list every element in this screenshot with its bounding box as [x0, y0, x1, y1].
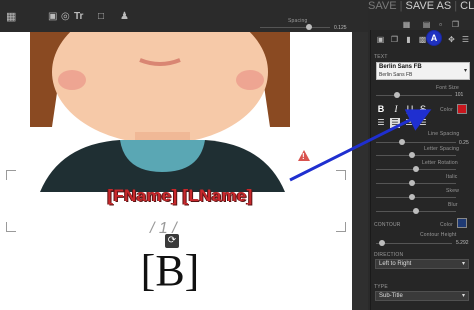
direction-select[interactable]: Left to Right ▾ — [375, 259, 469, 269]
blur-knob[interactable] — [413, 208, 419, 214]
line-spacing-track[interactable] — [376, 142, 456, 143]
chevron-down-icon: ▾ — [461, 261, 465, 267]
duplicate-icon[interactable]: ❐ — [390, 35, 399, 44]
align-right-icon[interactable]: ☰ — [404, 118, 414, 128]
font-preview: Berlin Sans FB — [379, 72, 413, 78]
strikethrough-button[interactable]: S — [418, 104, 428, 114]
text-tool-icon[interactable]: Tr — [74, 12, 83, 22]
chevron-down-icon: ▾ — [461, 293, 465, 299]
globe-icon[interactable]: ◎ — [61, 12, 70, 22]
line-spacing-knob[interactable] — [398, 139, 405, 145]
portrait-image — [30, 32, 290, 192]
text-a-icon: A — [430, 33, 438, 43]
user-icon[interactable]: ♟ — [120, 12, 129, 22]
contour-height-label: Contour Height — [420, 232, 457, 238]
zoom-slider-track[interactable] — [260, 27, 330, 28]
cheek-right — [236, 70, 264, 90]
selection-corner-tr[interactable] — [336, 170, 346, 180]
warning-icon: ! — [298, 150, 310, 161]
copy-icon[interactable]: ❐ — [451, 20, 460, 29]
zoom-slider-knob[interactable] — [306, 24, 312, 30]
grid-icon[interactable]: ▦ — [6, 12, 16, 23]
line-spacing-label: Line Spacing — [428, 131, 460, 137]
cheek-left — [58, 70, 86, 90]
layers-icon[interactable]: ▦ — [402, 20, 411, 29]
contour-color-swatch[interactable] — [457, 218, 467, 228]
image-icon[interactable]: ▣ — [48, 12, 57, 22]
canvas-toolbar: ▦ ▣ ◎ Tr □ ♟ Spacing 0.125 — [0, 0, 368, 32]
selection-corner-br[interactable] — [336, 222, 346, 232]
direction-value: Left to Right — [379, 261, 412, 267]
text-color-label: Color — [440, 107, 453, 113]
contour-color-label: Color — [440, 222, 453, 228]
type-label: TYPE — [374, 284, 388, 290]
align-left-icon[interactable]: ☰ — [376, 118, 386, 128]
spacing-value: 0.125 — [334, 25, 347, 31]
section-text-label: TEXT — [374, 54, 388, 60]
italic-track[interactable] — [376, 183, 456, 184]
folder-icon[interactable]: ▮ — [404, 35, 413, 44]
text-properties-button[interactable]: A — [426, 30, 442, 46]
line-spacing-value: 0.25 — [459, 140, 469, 146]
contour-height-track[interactable] — [376, 243, 452, 244]
top-actions: SAVE | SAVE AS | CLOSE — [364, 0, 474, 14]
direction-label: DIRECTION — [374, 252, 404, 258]
chart-icon[interactable]: ▤ — [422, 20, 431, 29]
letter-rotation-label: Letter Rotation — [422, 160, 458, 166]
design-canvas[interactable]: [FName] [LName] / 1 / ⟳ [B] — [0, 32, 352, 310]
face-shape — [52, 32, 268, 144]
skew-track[interactable] — [376, 197, 456, 198]
type-value: Sub-Title — [379, 293, 403, 299]
name-text-layer[interactable]: [FName] [LName] — [40, 186, 320, 206]
align-icon[interactable]: ☰ — [461, 35, 470, 44]
initial-text-layer[interactable]: [B] — [120, 248, 220, 294]
close-button[interactable]: CLOSE — [460, 0, 474, 12]
align-justify-icon[interactable]: ☰ — [418, 118, 428, 128]
font-size-label: Font Size — [436, 85, 459, 91]
font-size-track[interactable] — [376, 95, 452, 96]
save-button[interactable]: SAVE — [368, 0, 397, 12]
contour-height-value: 5.292 — [456, 240, 469, 246]
letter-spacing-label: Letter Spacing — [424, 146, 460, 152]
crop-panel-icon[interactable]: ▫ — [436, 20, 445, 29]
selection-corner-bl[interactable] — [6, 222, 16, 232]
move-icon[interactable]: ✥ — [447, 35, 456, 44]
font-name: Berlin Sans FB — [379, 64, 422, 70]
skew-label: Skew — [446, 188, 460, 194]
chevron-down-icon: ▾ — [463, 68, 467, 74]
letter-rotation-knob[interactable] — [413, 166, 419, 172]
align-center-icon[interactable]: ☰ — [390, 118, 400, 128]
contour-label: CONTOUR — [374, 222, 401, 228]
underline-button[interactable]: U — [405, 104, 415, 114]
save-as-button[interactable]: SAVE AS — [406, 0, 452, 12]
frame-icon[interactable]: ▣ — [376, 35, 385, 44]
italic-button[interactable]: I — [391, 104, 401, 114]
italic-knob[interactable] — [409, 180, 415, 186]
text-color-swatch[interactable] — [457, 104, 467, 114]
font-size-value: 101 — [455, 92, 464, 98]
blur-label: Blur — [448, 202, 458, 208]
crop-icon[interactable]: □ — [98, 12, 104, 22]
letter-spacing-track[interactable] — [376, 155, 456, 156]
bold-button[interactable]: B — [376, 104, 386, 114]
type-select[interactable]: Sub-Title ▾ — [375, 291, 469, 301]
skew-knob[interactable] — [409, 194, 415, 200]
letter-spacing-knob[interactable] — [409, 152, 415, 158]
spacing-label: Spacing — [288, 18, 308, 24]
selection-corner-tl[interactable] — [6, 170, 16, 180]
editor-stage: ▦ ▣ ◎ Tr □ ♟ Spacing 0.125 [FName] [LNam… — [0, 0, 368, 310]
font-select[interactable]: Berlin Sans FB Berlin Sans FB ▾ — [376, 62, 470, 80]
italic-amount-label: Italic — [446, 174, 458, 180]
